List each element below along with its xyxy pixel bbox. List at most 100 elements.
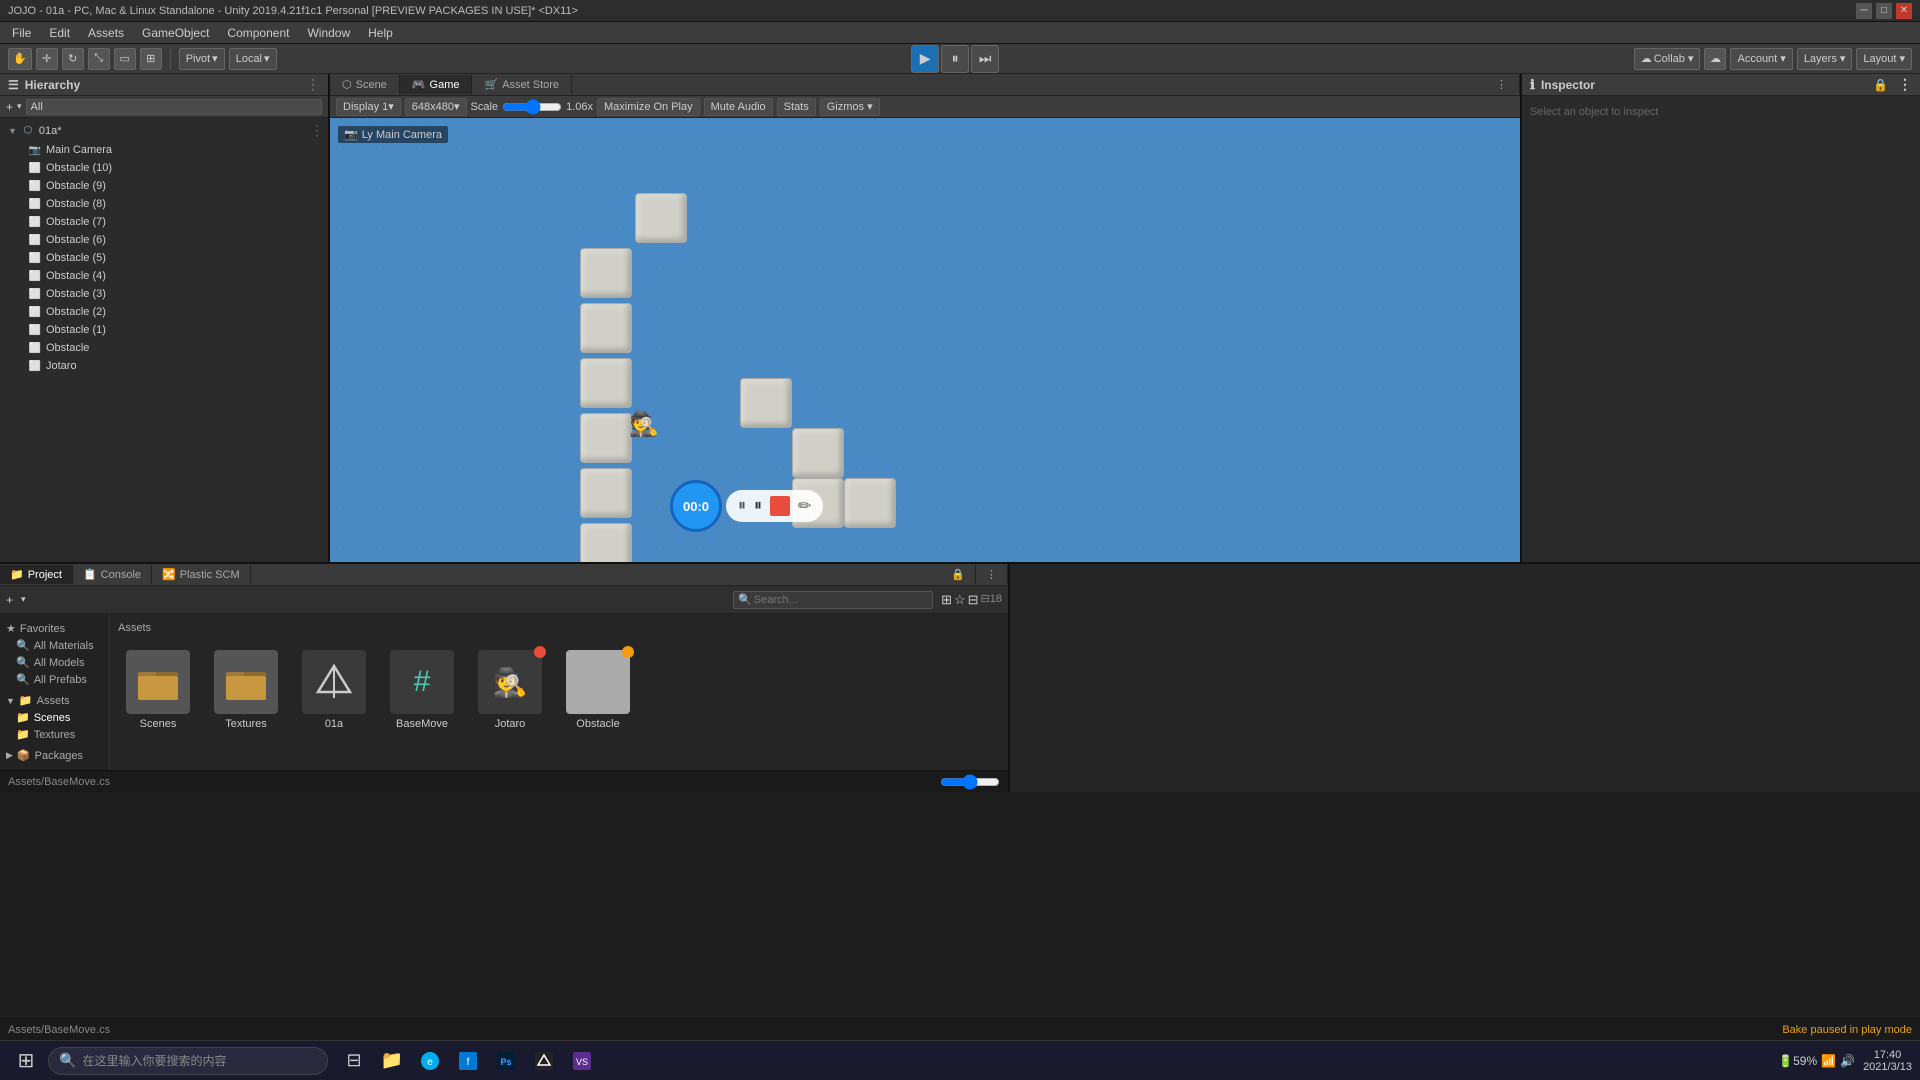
menu-edit[interactable]: Edit: [41, 24, 78, 42]
menu-window[interactable]: Window: [299, 24, 358, 42]
stats-btn[interactable]: Stats: [777, 98, 816, 116]
taskbar-photoshop[interactable]: Ps: [488, 1043, 524, 1079]
rect-tool[interactable]: ▭: [114, 48, 136, 70]
taskbar-search[interactable]: 🔍 在这里输入你要搜索的内容: [48, 1047, 328, 1075]
asset-scenes[interactable]: Scenes: [118, 646, 198, 734]
layers-dropdown[interactable]: Layers ▾: [1797, 48, 1853, 70]
slider-control[interactable]: [940, 774, 1000, 790]
hierarchy-item-obstacle-4[interactable]: ⬜ Obstacle (4): [0, 267, 328, 285]
local-dropdown[interactable]: Local ▾: [229, 48, 277, 70]
favorites-header[interactable]: ★ Favorites: [0, 620, 109, 637]
hierarchy-search-input[interactable]: [26, 99, 322, 115]
pivot-dropdown[interactable]: Pivot ▾: [179, 48, 225, 70]
hierarchy-item-obstacle-7[interactable]: ⬜ Obstacle (7): [0, 213, 328, 231]
rotate-tool[interactable]: ↻: [62, 48, 84, 70]
hierarchy-menu-icon[interactable]: ⋮: [306, 76, 320, 93]
asset-jotaro[interactable]: 🕵️ Jotaro: [470, 646, 550, 734]
unity-logo-svg: [314, 662, 354, 702]
project-search-input[interactable]: [754, 594, 904, 606]
sidebar-textures[interactable]: 📁 Textures: [0, 726, 109, 743]
add-project-icon[interactable]: +: [6, 593, 13, 607]
hierarchy-item-obstacle-1[interactable]: ⬜ Obstacle (1): [0, 321, 328, 339]
timer-pen-icon[interactable]: ✏: [798, 496, 811, 516]
inspector-lock-icon[interactable]: 🔒: [1873, 78, 1888, 92]
grid-icon[interactable]: ⊞: [941, 592, 952, 608]
asset-basemove[interactable]: # BaseMove: [382, 646, 462, 734]
hierarchy-item-label: Obstacle (10): [46, 162, 112, 174]
filter-icon[interactable]: ⊟: [968, 592, 979, 608]
maximize-on-play-btn[interactable]: Maximize On Play: [597, 98, 700, 116]
tab-asset-store[interactable]: 🛒 Asset Store: [472, 75, 572, 94]
hierarchy-item-obstacle-9[interactable]: ⬜ Obstacle (9): [0, 177, 328, 195]
layout-dropdown[interactable]: Layout ▾: [1856, 48, 1912, 70]
assets-header[interactable]: ▼ 📁 Assets: [0, 692, 109, 709]
taskbar-task-view[interactable]: ⊟: [336, 1043, 372, 1079]
hierarchy-item-obstacle-2[interactable]: ⬜ Obstacle (2): [0, 303, 328, 321]
menu-gameobject[interactable]: GameObject: [134, 24, 217, 42]
tab-game[interactable]: 🎮 Game: [400, 75, 473, 94]
folder-svg: [226, 664, 266, 700]
menu-help[interactable]: Help: [360, 24, 401, 42]
scale-tool[interactable]: ⤡: [88, 48, 110, 70]
hand-tool[interactable]: ✋: [8, 48, 32, 70]
move-tool[interactable]: ✛: [36, 48, 58, 70]
sidebar-scenes[interactable]: 📁 Scenes: [0, 709, 109, 726]
tab-scene[interactable]: ⬡ Scene: [330, 75, 400, 94]
minimize-button[interactable]: ─: [1856, 3, 1872, 19]
taskbar-vs[interactable]: VS: [564, 1043, 600, 1079]
panel-menu-icon[interactable]: ⋮: [976, 565, 1008, 584]
hierarchy-item-jotaro[interactable]: ⬜ Jotaro: [0, 357, 328, 375]
account-dropdown[interactable]: Account ▾: [1730, 48, 1792, 70]
close-button[interactable]: ✕: [1896, 3, 1912, 19]
asset-01a[interactable]: 01a: [294, 646, 374, 734]
maximize-button[interactable]: □: [1876, 3, 1892, 19]
menu-file[interactable]: File: [4, 24, 39, 42]
play-button[interactable]: ▶: [911, 45, 939, 73]
hierarchy-item-obstacle-3[interactable]: ⬜ Obstacle (3): [0, 285, 328, 303]
display-dropdown[interactable]: Display 1 ▾: [336, 98, 401, 116]
sidebar-all-materials[interactable]: 🔍 All Materials: [0, 637, 109, 654]
timer-pause-icon[interactable]: ⏸: [738, 497, 746, 515]
packages-header[interactable]: ▶ 📦 Packages: [0, 747, 109, 764]
hierarchy-item-obstacle-10[interactable]: ⬜ Obstacle (10): [0, 159, 328, 177]
menu-component[interactable]: Component: [219, 24, 297, 42]
hierarchy-item-obstacle-5[interactable]: ⬜ Obstacle (5): [0, 249, 328, 267]
timer-stop-button[interactable]: [770, 496, 790, 516]
transform-tool[interactable]: ⊞: [140, 48, 162, 70]
menu-assets[interactable]: Assets: [80, 24, 132, 42]
hierarchy-item-main-camera[interactable]: 📷 Main Camera: [0, 141, 328, 159]
asset-obstacle[interactable]: Obstacle: [558, 646, 638, 734]
hierarchy-item-01a[interactable]: ▼ ⬡ 01a* ⋮: [0, 120, 328, 141]
hierarchy-item-obstacle[interactable]: ⬜ Obstacle: [0, 339, 328, 357]
add-icon[interactable]: +: [6, 100, 13, 114]
timer-pause-bars[interactable]: ⏸: [754, 497, 762, 515]
taskbar-app-2[interactable]: f: [450, 1043, 486, 1079]
start-button[interactable]: ⊞: [8, 1043, 44, 1079]
pause-button[interactable]: ⏸: [941, 45, 969, 73]
scale-slider[interactable]: [502, 99, 562, 115]
sys-tray-icons: 🔋59% 📶 🔊: [1778, 1054, 1855, 1068]
collab-dropdown[interactable]: ☁ Collab ▾: [1634, 48, 1701, 70]
step-button[interactable]: ⏭: [971, 45, 999, 73]
sidebar-all-models[interactable]: 🔍 All Models: [0, 654, 109, 671]
taskbar-file-explorer[interactable]: 📁: [374, 1043, 410, 1079]
gizmos-btn[interactable]: Gizmos ▾: [820, 98, 880, 116]
asset-textures[interactable]: Textures: [206, 646, 286, 734]
cloud-button[interactable]: ☁: [1704, 48, 1726, 70]
panel-lock-icon[interactable]: 🔒: [941, 565, 976, 584]
taskbar-unity[interactable]: [526, 1043, 562, 1079]
favorite-icon[interactable]: ☆: [954, 592, 966, 608]
mute-audio-btn[interactable]: Mute Audio: [704, 98, 773, 116]
tab-menu-icon[interactable]: ⋮: [1484, 75, 1520, 94]
hierarchy-item-menu[interactable]: ⋮: [310, 122, 324, 139]
sidebar-all-prefabs[interactable]: 🔍 All Prefabs: [0, 671, 109, 688]
size-slider[interactable]: [940, 774, 1000, 790]
taskbar-app-1[interactable]: e: [412, 1043, 448, 1079]
tab-plastic-scm[interactable]: 🔀 Plastic SCM: [152, 565, 251, 584]
hierarchy-item-obstacle-6[interactable]: ⬜ Obstacle (6): [0, 231, 328, 249]
hierarchy-item-obstacle-8[interactable]: ⬜ Obstacle (8): [0, 195, 328, 213]
inspector-menu-icon[interactable]: ⋮: [1898, 76, 1912, 93]
tab-console[interactable]: 📋 Console: [73, 565, 152, 584]
resolution-dropdown[interactable]: 648x480 ▾: [405, 98, 467, 116]
tab-project[interactable]: 📁 Project: [0, 565, 73, 584]
